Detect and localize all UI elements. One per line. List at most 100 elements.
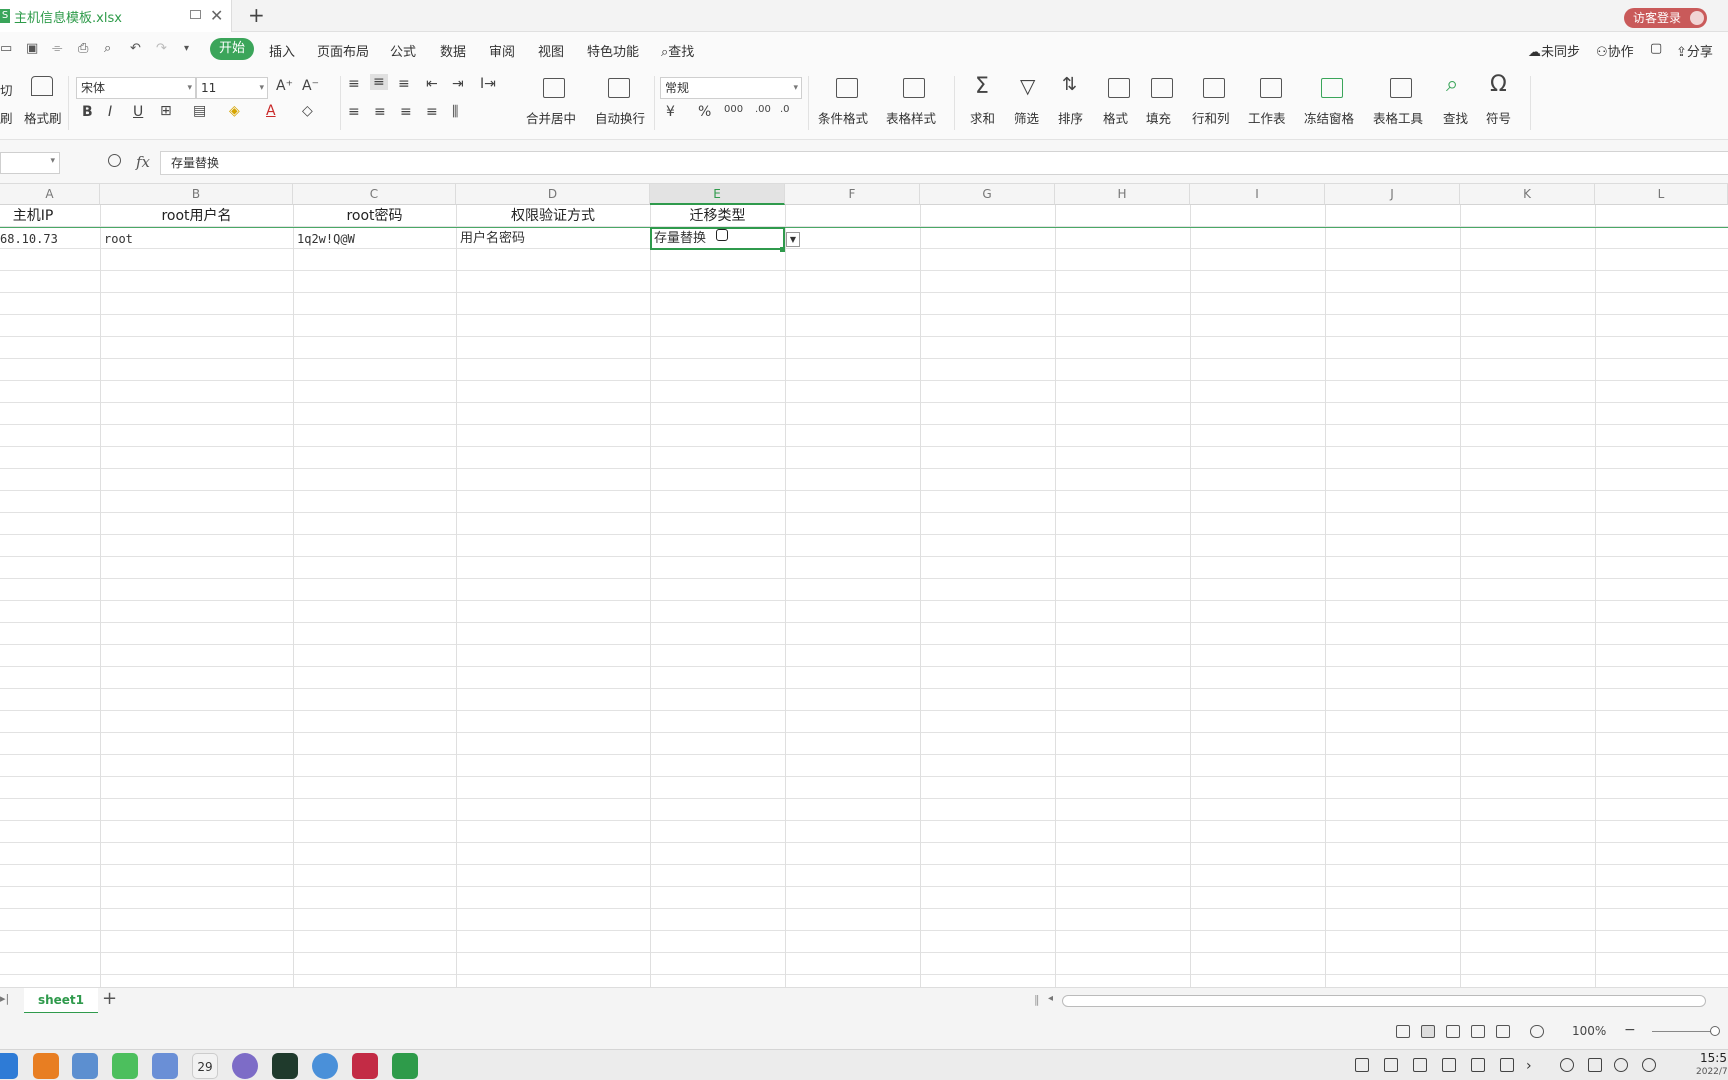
- search-icon[interactable]: [1560, 1058, 1574, 1072]
- zoom-slider-handle[interactable]: [1710, 1026, 1720, 1036]
- format-painter-icon[interactable]: [31, 76, 53, 96]
- header-cell-root-password[interactable]: root密码: [293, 205, 456, 227]
- fill-color-icon[interactable]: ◈: [229, 103, 240, 119]
- photos-app-icon[interactable]: [72, 1053, 98, 1079]
- wrap-text-label[interactable]: 自动换行: [595, 108, 645, 127]
- music-app-icon[interactable]: [112, 1053, 138, 1079]
- zoom-formula-icon[interactable]: [108, 154, 121, 167]
- column-header[interactable]: I: [1190, 184, 1325, 205]
- keyboard-icon[interactable]: [1413, 1058, 1427, 1072]
- volume-icon[interactable]: [1471, 1058, 1485, 1072]
- formula-input[interactable]: 存量替换: [160, 151, 1728, 175]
- freeze-panes-icon[interactable]: [1321, 78, 1343, 98]
- customize-toolbar-icon[interactable]: ▾: [184, 43, 189, 54]
- documents-app-icon[interactable]: [152, 1053, 178, 1079]
- underline-icon[interactable]: U: [133, 104, 143, 120]
- bold-icon[interactable]: B: [82, 104, 93, 120]
- tab-data[interactable]: 数据: [440, 41, 466, 60]
- filter-icon[interactable]: ▽: [1020, 74, 1035, 98]
- sum-icon[interactable]: Σ: [975, 74, 989, 99]
- ai-icon[interactable]: ▢: [1650, 41, 1662, 56]
- header-cell-host-ip[interactable]: 主机IP: [0, 205, 66, 227]
- align-middle-icon[interactable]: ≡: [370, 74, 388, 90]
- merge-center-icon[interactable]: [543, 78, 565, 98]
- redo-icon[interactable]: ↷: [156, 41, 167, 56]
- distributed-icon[interactable]: ⫼: [452, 104, 458, 120]
- align-top-icon[interactable]: ≡: [348, 76, 360, 92]
- print-icon[interactable]: ⎙: [78, 41, 88, 56]
- wrap-text-icon[interactable]: [608, 78, 630, 98]
- zoom-level[interactable]: 100%: [1572, 1024, 1606, 1038]
- scroll-left-icon[interactable]: ◂: [1048, 993, 1053, 1004]
- filter-label[interactable]: 筛选: [1014, 108, 1039, 127]
- borders-icon[interactable]: ⊞: [160, 103, 172, 119]
- header-cell-migration-type[interactable]: 迁移类型: [650, 205, 785, 227]
- cell-auth-method[interactable]: 用户名密码: [460, 228, 646, 250]
- close-tab-icon[interactable]: ✕: [210, 6, 223, 25]
- dropdown-list-button[interactable]: ▼: [786, 232, 800, 247]
- clear-icon[interactable]: ◇: [302, 103, 313, 119]
- vpn-icon[interactable]: [1614, 1058, 1628, 1072]
- copy-partial-label[interactable]: 刷: [0, 108, 13, 127]
- insert-function-button[interactable]: fx: [136, 153, 150, 171]
- document-tab[interactable]: S 主机信息模板.xlsx ✕: [0, 0, 232, 32]
- screen-record-icon[interactable]: [1355, 1058, 1369, 1072]
- tab-view[interactable]: 视图: [538, 41, 564, 60]
- horizontal-scrollbar[interactable]: [1062, 995, 1706, 1007]
- italic-icon[interactable]: I: [108, 104, 112, 120]
- tab-page-layout[interactable]: 页面布局: [317, 41, 369, 60]
- conditional-format-icon[interactable]: [836, 78, 858, 98]
- column-header[interactable]: J: [1325, 184, 1460, 205]
- fill-icon[interactable]: [1151, 78, 1173, 98]
- sheet-tab-active[interactable]: sheet1: [24, 988, 98, 1014]
- tab-formulas[interactable]: 公式: [390, 41, 416, 60]
- settings-app-icon[interactable]: [232, 1053, 258, 1079]
- collaborate-button[interactable]: ⚇协作: [1596, 41, 1634, 60]
- sort-icon[interactable]: ⇅: [1062, 74, 1077, 95]
- normal-view-icon[interactable]: [1421, 1025, 1435, 1038]
- column-header[interactable]: H: [1055, 184, 1190, 205]
- percent-icon[interactable]: %: [698, 104, 711, 120]
- eye-protection-icon[interactable]: [1530, 1025, 1544, 1038]
- page-view-icon[interactable]: [1446, 1025, 1460, 1038]
- font-size-select[interactable]: 11 ▾: [196, 77, 268, 99]
- zoom-slider[interactable]: [1652, 1031, 1718, 1032]
- increase-font-icon[interactable]: A⁺: [276, 78, 293, 94]
- column-header-selected[interactable]: E: [650, 184, 785, 205]
- open-icon[interactable]: ▭: [0, 41, 12, 56]
- store-app-icon[interactable]: [33, 1053, 59, 1079]
- column-header[interactable]: A: [0, 184, 100, 205]
- tab-start[interactable]: 开始: [210, 38, 254, 60]
- cut-partial-label[interactable]: 切: [0, 80, 13, 99]
- column-header[interactable]: K: [1460, 184, 1595, 205]
- fill-handle[interactable]: [780, 247, 785, 252]
- justify-icon[interactable]: ≡: [426, 104, 438, 120]
- add-sheet-button[interactable]: +: [102, 988, 117, 1009]
- new-tab-button[interactable]: +: [248, 3, 265, 27]
- merge-center-label[interactable]: 合并居中: [526, 108, 576, 127]
- undo-icon[interactable]: ↶: [130, 41, 141, 56]
- tab-review[interactable]: 审阅: [489, 41, 515, 60]
- table-style-label[interactable]: 表格样式: [886, 108, 936, 127]
- format-painter-label[interactable]: 格式刷: [24, 108, 62, 127]
- sum-label[interactable]: 求和: [970, 108, 995, 127]
- browser-app-icon[interactable]: [312, 1053, 338, 1079]
- column-header[interactable]: C: [293, 184, 456, 205]
- freeze-panes-label[interactable]: 冻结窗格: [1304, 108, 1354, 127]
- terminal-app-icon[interactable]: [352, 1053, 378, 1079]
- sync-status[interactable]: ☁未同步: [1528, 41, 1580, 60]
- decrease-decimal-icon[interactable]: .0: [780, 104, 790, 115]
- column-header[interactable]: L: [1595, 184, 1728, 205]
- sort-label[interactable]: 排序: [1058, 108, 1083, 127]
- find-label[interactable]: 查找: [1443, 108, 1468, 127]
- pen-icon[interactable]: [1500, 1058, 1514, 1072]
- conditional-format-label[interactable]: 条件格式: [818, 108, 868, 127]
- header-cell-auth-method[interactable]: 权限验证方式: [456, 205, 650, 227]
- rows-columns-label[interactable]: 行和列: [1192, 108, 1230, 127]
- format-label[interactable]: 格式: [1103, 108, 1128, 127]
- currency-icon[interactable]: ¥: [666, 104, 675, 120]
- align-right-icon[interactable]: ≡: [400, 104, 412, 120]
- fullscreen-icon[interactable]: [1396, 1025, 1410, 1038]
- chevron-right-icon[interactable]: ›: [1526, 1058, 1540, 1074]
- power-icon[interactable]: [1642, 1058, 1656, 1072]
